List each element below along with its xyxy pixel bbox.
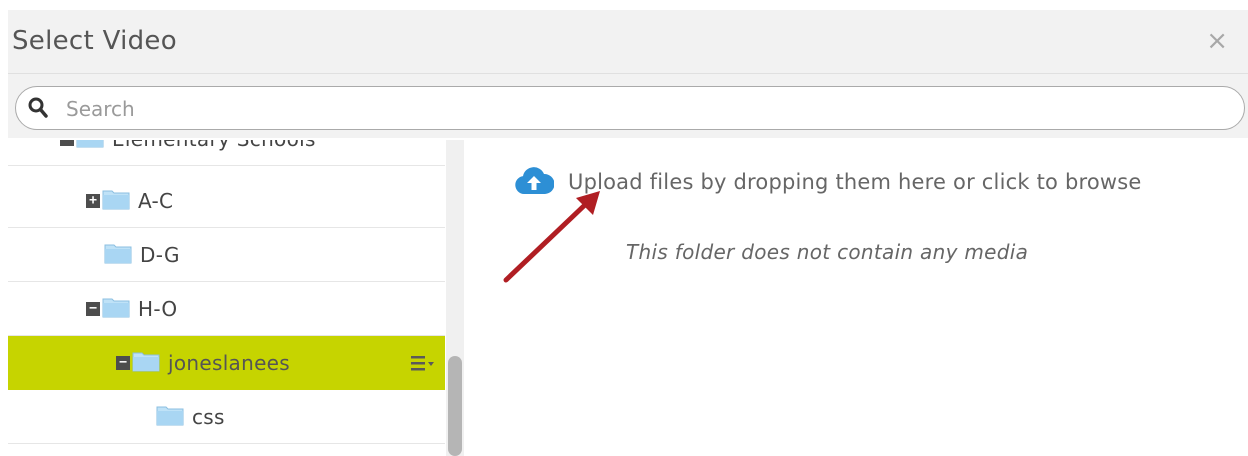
tree-item-css[interactable]: css (8, 390, 445, 444)
folder-icon (102, 188, 130, 214)
folder-icon (156, 404, 184, 430)
search-input[interactable] (64, 95, 1218, 123)
upload-text: Upload files by dropping them here or cl… (568, 170, 1142, 194)
scrollbar-thumb[interactable] (448, 356, 462, 456)
close-icon[interactable]: × (1206, 28, 1228, 54)
tree-scrollbar[interactable] (446, 140, 464, 456)
tree-item-label: Elementary Schools (112, 140, 316, 151)
folder-icon (132, 350, 160, 376)
folder-icon (76, 140, 104, 152)
folder-icon (104, 242, 132, 268)
tree-item-joneslanees[interactable]: − joneslanees (8, 336, 445, 390)
collapse-icon[interactable]: − (116, 356, 130, 370)
search-bar (8, 74, 1248, 138)
tree-item-a-c[interactable]: + A-C (8, 174, 445, 228)
tree-item-d-g[interactable]: D-G (8, 228, 445, 282)
empty-folder-message: This folder does not contain any media (626, 240, 1029, 264)
folder-tree: − Elementary Schools + A-C D-G − (8, 140, 445, 456)
search-box[interactable] (15, 86, 1245, 130)
tree-item-label: A-C (138, 189, 174, 213)
dialog-header: Select Video × (8, 10, 1248, 74)
search-icon (28, 97, 48, 123)
folder-icon (102, 296, 130, 322)
tree-item-label: css (192, 405, 225, 429)
tree-item-h-o[interactable]: − H-O (8, 282, 445, 336)
list-menu-icon[interactable] (409, 351, 437, 375)
collapse-icon[interactable]: − (60, 140, 74, 146)
expand-icon[interactable]: + (86, 194, 100, 208)
dialog-title: Select Video (12, 26, 177, 56)
collapse-icon[interactable]: − (86, 302, 100, 316)
annotation-arrow-icon (503, 191, 600, 283)
tree-item-label: joneslanees (168, 351, 291, 375)
tree-item-label: H-O (138, 297, 178, 321)
tree-item-elementary-schools[interactable]: − Elementary Schools (8, 140, 445, 166)
upload-dropzone[interactable]: Upload files by dropping them here or cl… (514, 162, 1142, 202)
tree-item-label: D-G (140, 243, 180, 267)
